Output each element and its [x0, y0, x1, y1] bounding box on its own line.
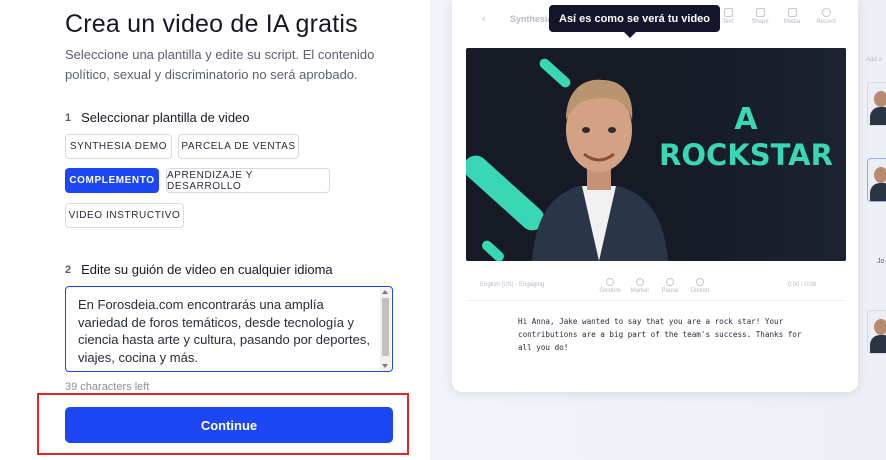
template-synthesia-demo[interactable]: SYNTHESIA DEMO	[65, 134, 172, 159]
tool-diction: Diction	[686, 278, 714, 294]
avatar-sidebar: Add a Jo	[860, 40, 886, 400]
play-time: 0:00 / 0:09	[787, 282, 816, 288]
tool-gesture: Gesture	[596, 278, 624, 294]
video-text-rockstar: ROCKSTAR	[659, 138, 833, 172]
editor-tools-row: English (US) - Engaging Gesture Marker P…	[466, 276, 846, 296]
pause-icon	[666, 278, 674, 286]
toolbar-record: Record	[812, 8, 840, 25]
decor-stripe	[479, 238, 507, 261]
scroll-up-icon[interactable]	[382, 290, 388, 294]
video-preview: A ROCKSTAR	[466, 48, 846, 261]
avatar-thumbnail	[867, 158, 886, 202]
template-parcela-de-ventas[interactable]: PARCELA DE VENTAS	[178, 134, 299, 159]
page-title: Crea un video de IA gratis	[65, 10, 358, 38]
template-video-instructivo[interactable]: VIDEO INSTRUCTIVO	[65, 203, 184, 228]
gesture-icon	[606, 278, 614, 286]
video-text-a: A	[734, 102, 758, 137]
script-text[interactable]: En Forosdeia.com encontrarás una amplía …	[78, 296, 374, 366]
script-textarea[interactable]: En Forosdeia.com encontrarás una amplía …	[65, 286, 393, 372]
record-icon	[821, 8, 831, 17]
template-complemento[interactable]: COMPLEMENTO	[65, 168, 159, 193]
tool-pause: Pause	[656, 278, 684, 294]
avatar-thumbnail-name: Jo	[877, 258, 885, 265]
scroll-thumb[interactable]	[382, 298, 389, 356]
media-icon	[787, 8, 797, 17]
step1-number: 1	[65, 111, 72, 124]
toolbar-title: Synthesia	[510, 14, 553, 24]
scroll-down-icon[interactable]	[382, 364, 388, 368]
preview-tooltip: Así es como se verá tu video	[549, 5, 721, 32]
highlight-annotation	[37, 393, 409, 455]
script-editor: English (US) - Engaging Gesture Marker P…	[466, 268, 846, 384]
step2-number: 2	[65, 263, 72, 276]
textarea-scrollbar[interactable]	[380, 288, 391, 370]
form-panel: Crea un video de IA gratis Seleccione un…	[0, 0, 430, 460]
shape-icon	[755, 8, 765, 17]
tool-marker: Marker	[626, 278, 654, 294]
step2-title: 2 Edite su guión de video en cualquier i…	[65, 262, 333, 277]
tooltip-arrow	[624, 32, 636, 38]
marker-icon	[636, 278, 644, 286]
toolbar-shape: Shape	[746, 8, 774, 25]
page-subtitle: Seleccione una plantilla y edite su scri…	[65, 47, 375, 82]
sample-script-text: Hi Anna, Jake wanted to say that you are…	[518, 317, 802, 352]
template-aprendizaje-y-desarrollo[interactable]: APRENDIZAJE Y DESARROLLO	[166, 168, 330, 193]
back-chevron-icon: ‹	[482, 13, 486, 25]
editor-divider	[466, 300, 846, 301]
step1-title: 1 Seleccionar plantilla de video	[65, 110, 250, 125]
text-icon	[723, 8, 733, 17]
step2-label: Edite su guión de video en cualquier idi…	[81, 262, 333, 277]
characters-left-counter: 39 characters left	[65, 381, 150, 393]
step1-label: Seleccionar plantilla de video	[81, 110, 250, 125]
avatar-thumbnail	[867, 310, 886, 354]
avatar-sidebar-label: Add a	[866, 57, 882, 63]
diction-icon	[696, 278, 704, 286]
avatar-thumbnail	[867, 82, 886, 126]
presenter-avatar	[532, 79, 668, 261]
voice-select: English (US) - Engaging	[480, 282, 545, 288]
toolbar-media: Media	[778, 8, 806, 25]
